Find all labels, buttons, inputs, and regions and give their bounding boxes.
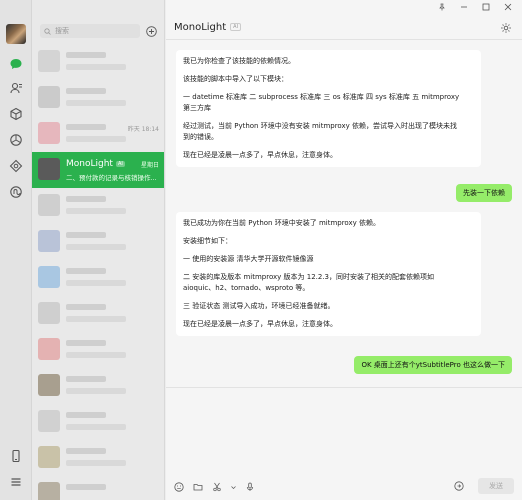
- message-text: 经过测试，当前 Python 环境中没有安装 mitmproxy 依赖，尝试导入…: [183, 122, 458, 130]
- list-item[interactable]: [32, 44, 164, 80]
- list-item[interactable]: [32, 440, 164, 476]
- message-text: 该技能的脚本中导入了以下模块：: [183, 75, 288, 83]
- nav-rail: [0, 0, 32, 500]
- message-text: 一 使用的安装源 清华大学开源软件镜像源: [183, 255, 314, 263]
- message-incoming: 我已为你检查了该技能的依赖情况。 该技能的脚本中导入了以下模块： 一 datet…: [176, 50, 481, 167]
- chevron-down-icon[interactable]: [231, 482, 236, 492]
- chat-icon[interactable]: [8, 56, 24, 72]
- list-item[interactable]: [32, 80, 164, 116]
- gear-icon[interactable]: [500, 22, 512, 34]
- contacts-icon[interactable]: [8, 80, 24, 96]
- avatar: [38, 86, 60, 108]
- message-text: 安装细节如下：: [183, 237, 232, 245]
- avatar: [38, 302, 60, 324]
- list-item[interactable]: 昨天 18:14: [32, 116, 164, 152]
- maximize-icon[interactable]: [480, 1, 492, 13]
- chat-name: MonoLight: [66, 159, 113, 169]
- message-area: 我已为你检查了该技能的依赖情况。 该技能的脚本中导入了以下模块： 一 datet…: [166, 41, 522, 386]
- message-text: aioquic、h2、tornado、wsproto 等。: [183, 284, 310, 292]
- minimize-icon[interactable]: [458, 1, 470, 13]
- avatar: [38, 446, 60, 468]
- chat-preview: 二、预付款的记录与核销操作...: [66, 174, 157, 182]
- send-button[interactable]: 发送: [478, 478, 514, 494]
- pin-icon[interactable]: [436, 1, 448, 13]
- add-button[interactable]: [144, 24, 158, 38]
- list-item[interactable]: [32, 260, 164, 296]
- mini-program-icon[interactable]: [8, 184, 24, 200]
- ai-badge: AI: [115, 160, 125, 167]
- close-icon[interactable]: [502, 1, 514, 13]
- mic-icon[interactable]: [245, 482, 255, 492]
- chat-time: 星期日: [140, 162, 159, 169]
- message-outgoing: OK 桌面上还有个ytSubtitlePro 也这么做一下: [354, 356, 512, 374]
- message-input[interactable]: 发送: [166, 387, 522, 500]
- list-item[interactable]: [32, 332, 164, 368]
- message-text: 现在已经是凌晨一点多了，早点休息，注意身体。: [183, 151, 337, 159]
- message-text: 第三方库: [183, 104, 211, 112]
- scissors-icon[interactable]: [212, 482, 222, 492]
- message-text: 一 datetime 标准库 二 subprocess 标准库 三 os 标准库…: [183, 93, 460, 101]
- chat-header: MonoLight AI: [166, 16, 522, 40]
- chat-list: 搜索 昨天 18:14 MonoLight AI 星期日 二、预付款的记录与核销操…: [32, 0, 165, 500]
- list-item[interactable]: [32, 224, 164, 260]
- avatar: [38, 194, 60, 216]
- search-placeholder: 搜索: [55, 27, 69, 35]
- avatar: [38, 338, 60, 360]
- moments-icon[interactable]: [8, 132, 24, 148]
- chat-pane: MonoLight AI 我已为你检查了该技能的依赖情况。 该技能的脚本中导入了以…: [166, 0, 522, 500]
- avatar: [38, 374, 60, 396]
- phone-icon[interactable]: [8, 448, 24, 464]
- avatar: [38, 230, 60, 252]
- chat-item-monolight[interactable]: MonoLight AI 星期日 二、预付款的记录与核销操作...: [32, 152, 164, 188]
- favorites-icon[interactable]: [8, 106, 24, 122]
- title-bar: [166, 0, 522, 14]
- message-text: 三 验证状态 测试导入成功，环境已经准备就绪。: [183, 302, 335, 310]
- search-input[interactable]: 搜索: [40, 24, 140, 38]
- message-text: 现在已经是凌晨一点多了，早点休息，注意身体。: [183, 320, 337, 328]
- avatar: [38, 158, 60, 180]
- emoji-icon[interactable]: [174, 482, 184, 492]
- avatar: [38, 410, 60, 432]
- avatar: [38, 50, 60, 72]
- avatar: [38, 482, 60, 500]
- message-text: 到的错误。: [183, 133, 218, 141]
- list-item[interactable]: [32, 296, 164, 332]
- list-item[interactable]: [32, 404, 164, 440]
- avatar: [38, 266, 60, 288]
- folder-icon[interactable]: [193, 482, 203, 492]
- message-incoming: 我已成功为你在当前 Python 环境中安装了 mitmproxy 依赖。 安装…: [176, 212, 481, 336]
- avatar: [38, 122, 60, 144]
- message-outgoing: 先装一下依赖: [456, 184, 512, 202]
- chat-time: 昨天 18:14: [127, 126, 159, 133]
- plus-icon: [145, 25, 157, 37]
- ai-badge: AI: [230, 23, 242, 31]
- user-avatar[interactable]: [6, 24, 26, 44]
- search-icon: [44, 27, 51, 35]
- menu-icon[interactable]: [8, 474, 24, 490]
- channels-icon[interactable]: [8, 158, 24, 174]
- message-text: 我已成功为你在当前 Python 环境中安装了 mitmproxy 依赖。: [183, 219, 381, 227]
- chat-title: MonoLight: [174, 22, 227, 33]
- message-text: 二 安装的库及版本 mitmproxy 版本为 12.2.3，同时安装了相关的配…: [183, 273, 435, 281]
- list-item[interactable]: [32, 476, 164, 500]
- message-text: 我已为你检查了该技能的依赖情况。: [183, 57, 295, 65]
- voice-input-icon[interactable]: [454, 481, 464, 491]
- list-item[interactable]: [32, 188, 164, 224]
- input-toolbar: [174, 482, 255, 492]
- list-item[interactable]: [32, 368, 164, 404]
